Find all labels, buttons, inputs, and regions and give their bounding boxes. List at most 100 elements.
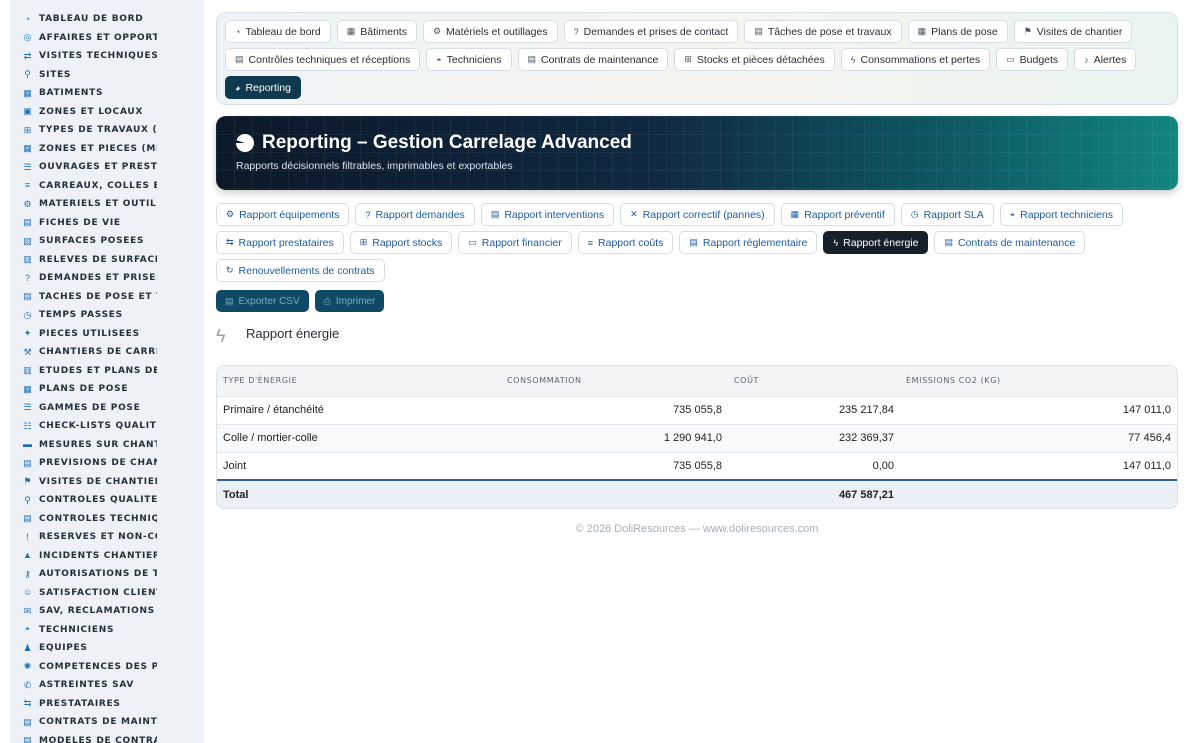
tab-budgets[interactable]: ▭ Budgets bbox=[996, 48, 1069, 71]
page-title: Reporting – Gestion Carrelage Advanced bbox=[236, 132, 1158, 154]
tab-controles-techniques-et-receptions[interactable]: ▤ Contrôles techniques et réceptions bbox=[225, 48, 421, 71]
report-tab-rapport-energie[interactable]: ϟ Rapport énergie bbox=[823, 231, 929, 254]
sidebar-item-equipes[interactable]: ♟ Équipes bbox=[10, 639, 157, 658]
sidebar-item-etudes-et-plans-de-ca[interactable]: ▥ Études et plans de ca bbox=[10, 362, 157, 381]
report-tab-rapport-couts[interactable]: ≡ Rapport coûts bbox=[577, 231, 674, 254]
tab-techniciens[interactable]: ◓ Techniciens bbox=[426, 48, 512, 71]
sidebar-item-controles-qualite[interactable]: ⚲ Contrôles qualité bbox=[10, 491, 157, 510]
sidebar-item-types-de-travaux-sol[interactable]: ⊞ Types de travaux (sol bbox=[10, 121, 157, 140]
sidebar-item-label: Contrôles qualité bbox=[39, 495, 157, 506]
bolt-icon: ϟ bbox=[833, 237, 839, 248]
sidebar-item-label: Plans de pose bbox=[39, 384, 129, 395]
sidebar-item-prestataires[interactable]: ⇆ Prestataires bbox=[10, 695, 157, 714]
page-footer: © 2026 DoliResources — www.doliresources… bbox=[575, 523, 819, 535]
tab-reporting[interactable]: ◕ Reporting bbox=[225, 76, 301, 99]
export-csv-button[interactable]: ▤ Exporter CSV bbox=[216, 290, 309, 312]
building-icon: ▦ bbox=[346, 26, 356, 36]
sidebar-item-carreaux-colles-et-j[interactable]: ≡ Carreaux, colles et j bbox=[10, 177, 157, 196]
file-contract-icon: ▤ bbox=[527, 54, 537, 64]
tab-stocks-et-pieces-detachees[interactable]: ⊞ Stocks et pièces détachées bbox=[674, 48, 835, 71]
print-button[interactable]: ⎙ Imprimer bbox=[314, 290, 385, 312]
tab-batiments[interactable]: ▦ Bâtiments bbox=[336, 20, 417, 43]
report-tab-rapport-preventif[interactable]: ▦ Rapport préventif bbox=[780, 203, 895, 226]
report-tab-rapport-techniciens[interactable]: ◓ Rapport techniciens bbox=[999, 203, 1123, 226]
report-tab-rapport-reglementaire[interactable]: ▤ Rapport réglementaire bbox=[679, 231, 818, 254]
sidebar-item-controles-technique[interactable]: ▤ Contrôles technique bbox=[10, 510, 157, 529]
key-icon: ⚷ bbox=[24, 568, 31, 579]
tab-visites-de-chantier[interactable]: ⚑ Visites de chantier bbox=[1013, 20, 1133, 43]
sidebar-item-fiches-de-vie[interactable]: ▤ Fiches de vie bbox=[10, 214, 157, 233]
cogs-icon: ⚙ bbox=[23, 198, 32, 209]
sidebar-item-competences-des-pos[interactable]: ✺ Compétences des pos bbox=[10, 658, 157, 677]
report-tab-label: Rapport coûts bbox=[598, 236, 664, 249]
sidebar-item-sites[interactable]: ⚲ Sites bbox=[10, 66, 157, 85]
route-icon: ⇄ bbox=[23, 50, 32, 61]
sidebar-item-incidents-chantier[interactable]: ▲ Incidents chantier bbox=[10, 547, 157, 566]
sidebar-item-affaires-et-opportun[interactable]: ◎ Affaires et opportun bbox=[10, 29, 157, 48]
sidebar-item-label: Visites techniques et bbox=[39, 51, 157, 62]
money-icon: ▭ bbox=[468, 237, 477, 247]
sidebar-item-tableau-de-bord[interactable]: ◔ Tableau de bord bbox=[10, 10, 157, 29]
sidebar-item-materiels-et-outillag[interactable]: ⚙ Matériels et outillag bbox=[10, 195, 157, 214]
sidebar-item-label: Mesures sur chantier bbox=[39, 439, 157, 450]
report-tab-rapport-stocks[interactable]: ⊞ Rapport stocks bbox=[349, 231, 453, 254]
sidebar-item-surfaces-posees[interactable]: ▧ Surfaces posées bbox=[10, 232, 157, 251]
sidebar-item-autorisations-de-trav[interactable]: ⚷ Autorisations de trav bbox=[10, 565, 157, 584]
sidebar-item-label: Incidents chantier bbox=[39, 550, 157, 561]
sidebar-item-label: Matériels et outillag bbox=[39, 199, 157, 210]
sidebar-item-taches-de-pose-et-tra[interactable]: ▤ Tâches de pose et tra bbox=[10, 288, 157, 307]
sidebar-item-reserves-et-non-conf[interactable]: ! Réserves et non-conf bbox=[10, 528, 157, 547]
hard-hat-icon: ◓ bbox=[24, 624, 31, 635]
tab-demandes-et-prises-de-contact[interactable]: ? Demandes et prises de contact bbox=[563, 20, 739, 43]
sidebar-item-visites-de-chantier[interactable]: ⚑ Visites de chantier bbox=[10, 473, 157, 492]
sidebar-item-satisfaction-client[interactable]: ☺ Satisfaction client bbox=[10, 584, 157, 603]
cogs-icon: ⚙ bbox=[432, 26, 442, 36]
sidebar-item-visites-techniques-et[interactable]: ⇄ Visites techniques et bbox=[10, 47, 157, 66]
sidebar-item-zones-et-pieces-metr[interactable]: ▦ Zones et pièces (métr bbox=[10, 140, 157, 159]
tab-taches-de-pose-et-travaux[interactable]: ▤ Tâches de pose et travaux bbox=[744, 20, 902, 43]
report-tab-renouvellements-de-contrats[interactable]: ↻ Renouvellements de contrats bbox=[216, 259, 385, 282]
sidebar-item-gammes-de-pose[interactable]: ☰ Gammes de pose bbox=[10, 399, 157, 418]
file-contract-icon: ▤ bbox=[944, 237, 953, 247]
sidebar-item-zones-et-locaux[interactable]: ▣ Zones et locaux bbox=[10, 103, 157, 122]
sidebar-item-previsions-de-chantie[interactable]: ▤ Prévisions de chantie bbox=[10, 454, 157, 473]
total-cout: 467 587,21 bbox=[728, 479, 900, 508]
tab-materiels-et-outillages[interactable]: ⚙ Matériels et outillages bbox=[422, 20, 558, 43]
tab-contrats-de-maintenance[interactable]: ▤ Contrats de maintenance bbox=[517, 48, 669, 71]
cell-type: Joint bbox=[217, 451, 501, 480]
sidebar-item-mesures-sur-chantier[interactable]: ▬ Mesures sur chantier bbox=[10, 436, 157, 455]
tab-alertes[interactable]: ♪ Alertes bbox=[1074, 48, 1137, 71]
tools-icon: ✕ bbox=[630, 209, 638, 219]
report-tab-rapport-interventions[interactable]: ▤ Rapport interventions bbox=[480, 203, 615, 226]
question-icon: ? bbox=[365, 209, 371, 220]
report-tab-rapport-sla[interactable]: ◷ Rapport SLA bbox=[900, 203, 994, 226]
sidebar-item-check-lists-qualite[interactable]: ☷ Check-lists qualité bbox=[10, 417, 157, 436]
report-tab-contrats-de-maintenance[interactable]: ▤ Contrats de maintenance bbox=[934, 231, 1086, 254]
sidebar-item-ouvrages-et-prestati[interactable]: ☰ Ouvrages et prestati bbox=[10, 158, 157, 177]
sidebar-item-chantiers-de-carrela[interactable]: ⚒ Chantiers de carrela bbox=[10, 343, 157, 362]
sidebar-item-pieces-utilisees[interactable]: ✦ Pièces utilisées bbox=[10, 325, 157, 344]
sidebar-item-modeles-de-contrats[interactable]: ▤ Modèles de contrats bbox=[10, 732, 157, 743]
report-tab-rapport-financier[interactable]: ▭ Rapport financier bbox=[458, 231, 572, 254]
top-navigation: ◔ Tableau de bord ▦ Bâtiments ⚙ Matériels et … bbox=[216, 12, 1178, 105]
page-banner: Reporting – Gestion Carrelage Advanced R… bbox=[216, 116, 1178, 190]
sidebar-item-sav-reclamations-et[interactable]: ✉ SAV, réclamations et bbox=[10, 602, 157, 621]
report-tab-label: Rapport réglementaire bbox=[702, 236, 808, 249]
tab-consommations-et-pertes[interactable]: ϟ Consommations et pertes bbox=[840, 48, 991, 71]
sidebar-item-temps-passes[interactable]: ◷ Temps passés bbox=[10, 306, 157, 325]
sidebar-item-demandes-et-prises-d[interactable]: ? Demandes et prises d bbox=[10, 269, 157, 288]
tab-plans-de-pose[interactable]: ▦ Plans de pose bbox=[907, 20, 1008, 43]
report-tab-rapport-demandes[interactable]: ? Rapport demandes bbox=[355, 203, 475, 226]
sidebar-item-contrats-de-maintena[interactable]: ▤ Contrats de maintena bbox=[10, 713, 157, 732]
sidebar-item-techniciens[interactable]: ◓ Techniciens bbox=[10, 621, 157, 640]
sidebar-item-plans-de-pose[interactable]: ▦ Plans de pose bbox=[10, 380, 157, 399]
report-tab-rapport-equipements[interactable]: ⚙ Rapport équipements bbox=[216, 203, 350, 226]
tab-tableau-de-bord[interactable]: ◔ Tableau de bord bbox=[225, 20, 331, 43]
table-total-row: Total 467 587,21 bbox=[217, 479, 1177, 508]
clipboard-icon: ▤ bbox=[490, 209, 500, 219]
sidebar-item-batiments[interactable]: ▦ Bâtiments bbox=[10, 84, 157, 103]
report-tab-rapport-correctif-pannes[interactable]: ✕ Rapport correctif (pannes) bbox=[620, 203, 775, 226]
sidebar-item-releves-de-surfaces[interactable]: ▥ Relevés de surfaces bbox=[10, 251, 157, 270]
report-tab-rapport-prestataires[interactable]: ⇆ Rapport prestataires bbox=[216, 231, 344, 254]
sidebar-item-astreintes-sav[interactable]: ✆ Astreintes SAV bbox=[10, 676, 157, 695]
